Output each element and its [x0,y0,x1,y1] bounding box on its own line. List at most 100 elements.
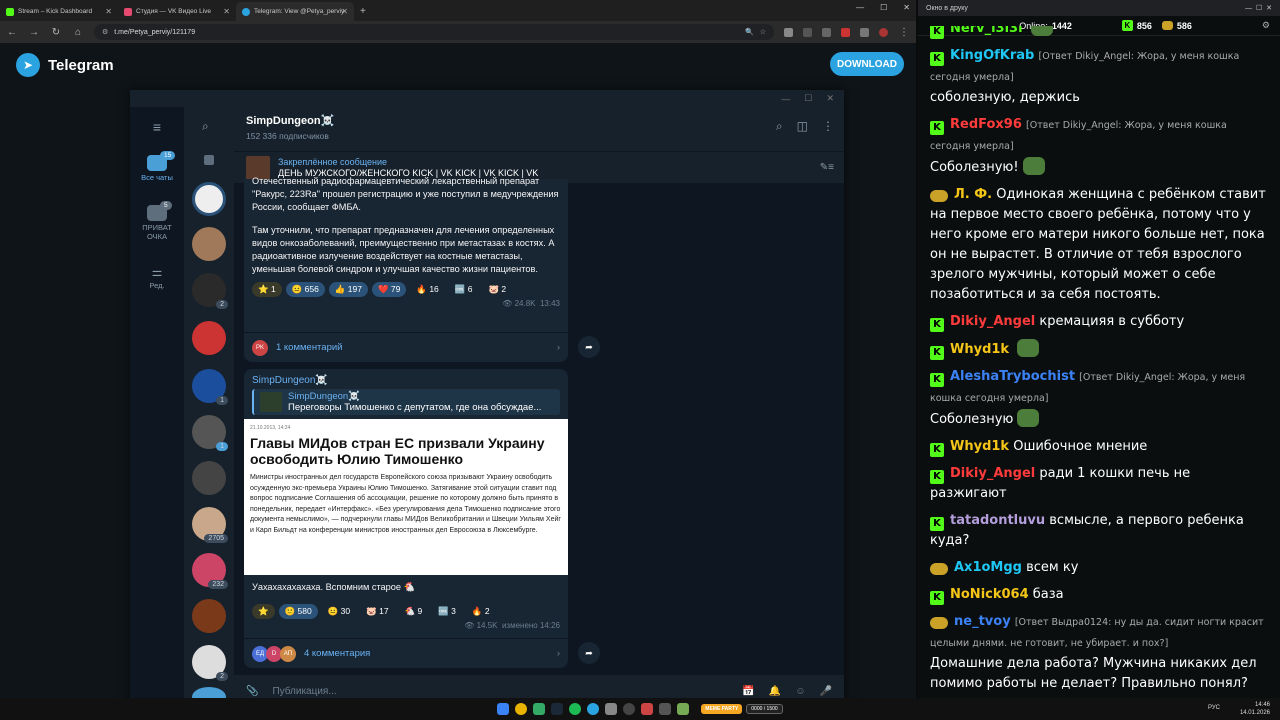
new-tab-button[interactable]: + [354,2,372,21]
chat-avatar[interactable] [192,182,226,216]
app-icon[interactable] [605,703,618,715]
chat-avatar[interactable] [192,321,226,355]
chat-username[interactable]: Nerv_l3l3l [950,26,1023,36]
chat-username[interactable]: KingOfKrab [950,48,1034,63]
chat-username[interactable]: NoNick064 [950,587,1029,602]
menu-button[interactable]: ≡ [130,119,184,135]
menu-dots-icon[interactable]: ⋮ [898,27,910,38]
minimize-icon[interactable]: — [856,3,864,12]
chat-avatar[interactable] [192,227,226,261]
chat-avatar[interactable]: 2705 [192,507,228,543]
telegram-logo[interactable]: ➤ Telegram [16,53,114,77]
share-button[interactable]: ➦ [578,642,600,664]
meme-party-widget[interactable]: MEME PARTY 0000 / 1500 [701,704,783,714]
close-icon[interactable]: ✕ [223,7,230,16]
chat-avatar[interactable]: 1 [192,369,228,405]
reaction-chip[interactable]: 👍 197 [328,282,368,297]
tab-kick-dashboard[interactable]: Stream – Kick Dashboard ✕ [0,2,118,21]
reload-icon[interactable]: ↻ [50,27,62,38]
share-button[interactable]: ➦ [578,336,600,358]
telegram-icon[interactable] [587,703,600,715]
extension-icon[interactable] [841,27,850,37]
chat-avatar[interactable]: 2 [192,645,228,681]
forward-icon[interactable]: → [28,27,40,38]
reaction-chip[interactable]: ❤️ 79 [371,282,407,297]
pin-list-icon[interactable]: ✎≡ [820,162,834,173]
bell-icon[interactable]: 🔔 [769,686,781,697]
folder-edit[interactable]: ⚌ Ред. [130,265,184,290]
reaction-chip[interactable]: ⭐ [252,604,275,619]
extensions-puzzle-icon[interactable] [860,27,869,37]
clock[interactable]: 14:46 14.01.2026 [1240,701,1270,717]
site-info-icon[interactable]: ⚙ [102,28,108,36]
chat-username[interactable]: AleshaTrybochist [950,369,1075,384]
chat-username[interactable]: Dikiy_Angel [950,466,1035,481]
reaction-chip[interactable]: 🐔 9 [399,604,429,619]
app-icon[interactable] [659,703,672,715]
obs-icon[interactable] [623,703,636,715]
close-icon[interactable]: ✕ [826,93,834,104]
attach-icon[interactable]: 📎 [246,686,258,697]
bookmark-star-icon[interactable]: ☆ [760,28,766,36]
download-icon[interactable] [803,27,812,37]
chat-avatar[interactable]: 232 [192,553,228,589]
extension-icon[interactable] [822,27,831,37]
reaction-chip[interactable]: 🔥 2 [466,604,496,619]
home-icon[interactable]: ⌂ [72,27,84,38]
chat-username[interactable]: Whyd1k [950,439,1009,454]
app-icon[interactable] [533,703,546,715]
chat-avatar[interactable]: 1 [192,415,228,451]
zoom-icon[interactable]: 🔍 [745,28,754,36]
chat-avatar[interactable] [192,599,226,633]
maximize-icon[interactable]: ☐ [804,93,812,104]
reaction-chip[interactable]: 🙂 580 [278,604,318,619]
chat-avatar[interactable]: 2 [192,273,228,309]
chat-header[interactable]: SimpDungeon☠️ 152 336 подписчиков ⌕ ◫ ⋮ [234,107,844,151]
steam-icon[interactable] [551,703,564,715]
folder-private[interactable]: 5 ПРИВАТ ОЧКА [130,201,184,241]
spotify-icon[interactable] [569,703,582,715]
reaction-chip[interactable]: ⭐ 1 [252,282,282,297]
url-field[interactable]: ⚙ t.me/Petya_perviy/121179 🔍 ☆ [94,24,774,40]
profile-avatar[interactable] [879,27,888,37]
emoji-icon[interactable]: ☺ [795,686,805,697]
chat-username[interactable]: Dikiy_Angel [950,314,1035,329]
folder-all-chats[interactable]: 15 Все чаты [130,151,184,182]
schedule-icon[interactable]: 📅 [742,686,754,697]
reaction-chip[interactable]: 😐 30 [322,604,356,619]
window-controls[interactable]: — ☐ ✕ [1245,4,1272,12]
reaction-chip[interactable]: 🆒 3 [432,604,462,619]
chat-username[interactable]: Л. Ф. [954,187,992,202]
extension-icon[interactable] [784,27,793,37]
reaction-chip[interactable]: 🔥 16 [410,282,444,297]
chat-avatar[interactable] [192,461,226,495]
news-screenshot[interactable]: 21.10.2013, 14:24 Главы МИДов стран ЕС п… [244,419,568,575]
composer-input[interactable]: Публикация... [272,686,728,697]
microphone-icon[interactable]: 🎤 [820,686,832,697]
reaction-chip[interactable]: 🐷 2 [482,282,512,297]
download-button[interactable]: DOWNLOAD [830,52,904,76]
tab-telegram[interactable]: Telegram: View @Petya_perviy ✕ [236,2,354,21]
chat-username[interactable]: tatadontluvu [950,513,1045,528]
app-icon[interactable] [677,703,690,715]
minimize-icon[interactable]: — [781,94,790,104]
chat-username[interactable]: Whyd1k [950,342,1009,357]
lock-icon[interactable] [204,155,214,165]
close-icon[interactable]: ✕ [105,7,112,16]
chat-username[interactable]: RedFox96 [950,117,1022,132]
reaction-chip[interactable]: 🐷 17 [360,604,394,619]
chrome-icon[interactable] [515,703,528,715]
sidebar-toggle-icon[interactable]: ◫ [797,119,808,134]
search-icon[interactable]: ⌕ [776,119,783,134]
close-window-icon[interactable]: ✕ [903,3,910,12]
maximize-icon[interactable]: ☐ [880,3,887,12]
close-icon[interactable]: ✕ [341,7,348,16]
reaction-chip[interactable]: 😐 656 [285,282,325,297]
chat-username[interactable]: ne_tvoy [954,614,1011,629]
more-icon[interactable]: ⋮ [822,119,834,134]
chat-username[interactable]: Ax1oMgg [954,560,1022,575]
reply-quote[interactable]: SimpDungeon☠️ Переговоры Тимошенко с деп… [252,389,560,415]
language-indicator[interactable]: РУС [1208,705,1220,711]
back-icon[interactable]: ← [6,27,18,38]
comments-link[interactable]: ЕД D АП 4 комментария › [244,638,568,668]
